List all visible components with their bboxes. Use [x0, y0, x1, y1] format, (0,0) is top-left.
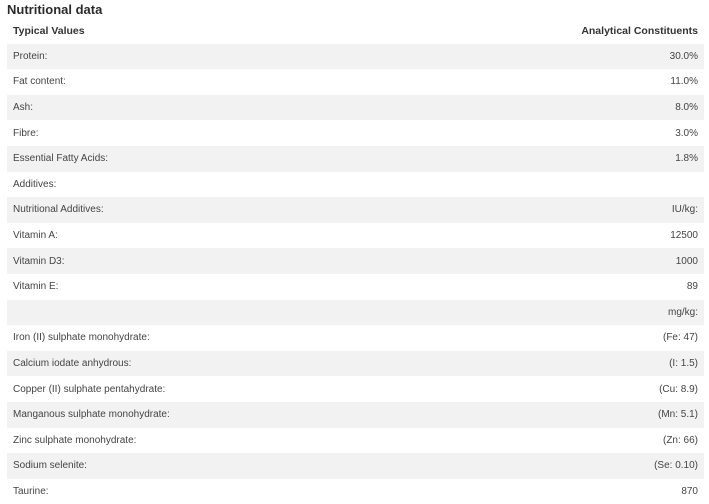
nutrient-name-cell: Manganous sulphate monohydrate:: [13, 409, 170, 421]
nutrient-value-cell: 8.0%: [675, 102, 698, 114]
nutrient-name-cell: Fibre:: [13, 127, 39, 139]
table-row: Iron (II) sulphate monohydrate: (Fe: 47): [7, 325, 704, 351]
table-row: mg/kg:: [7, 299, 704, 326]
nutrient-name-cell: Taurine:: [13, 485, 49, 497]
table-row: Copper (II) sulphate pentahydrate: (Cu: 8…: [7, 376, 704, 402]
nutrient-value-cell: [402, 172, 704, 198]
table-body: Protein: 30.0% Fat content: 11.0% Ash: 8.0% Fi…: [7, 43, 704, 504]
table-row: Zinc sulphate monohydrate: (Zn: 66): [7, 427, 704, 454]
table-row: Vitamin D3: 1000: [7, 248, 704, 274]
nutrient-value-cell: (Cu: 8.9): [659, 383, 698, 395]
nutrient-value-cell: 3.0%: [675, 127, 698, 139]
nutrition-panel: Nutritional data Typical Values Analytic…: [0, 0, 709, 504]
nutrient-value-cell: (Mn: 5.1): [657, 409, 698, 421]
nutrient-value-cell: (I: 1.5): [669, 358, 698, 370]
nutrient-value-cell: IU/kg:: [671, 204, 698, 216]
nutrient-name-cell: Additives:: [13, 178, 57, 190]
table-row: Manganous sulphate monohydrate: (Mn: 5.1): [7, 401, 704, 428]
table-row: Essential Fatty Acids: 1.8%: [7, 145, 704, 172]
nutrient-name-cell: Copper (II) sulphate pentahydrate:: [13, 383, 166, 395]
nutrition-table: Typical Values Analytical Constituents P…: [7, 18, 704, 504]
nutrient-value-cell: 12500: [670, 230, 698, 242]
nutrient-name-cell: Sodium selenite:: [13, 460, 87, 472]
nutrient-name-cell: Fat content:: [13, 76, 66, 88]
table-header-row: Typical Values Analytical Constituents: [7, 18, 704, 44]
nutrient-name-cell: Zinc sulphate monohydrate:: [13, 434, 137, 446]
nutrient-value-cell: (Zn: 66): [662, 434, 698, 446]
table-row: Taurine: 870: [7, 478, 704, 504]
column-header-analytical-constituents: Analytical Constituents: [581, 24, 698, 37]
nutrient-value-cell: 870: [681, 485, 698, 497]
nutrient-value-cell: 89: [686, 281, 698, 293]
nutrient-name-cell: Vitamin E:: [13, 281, 59, 293]
table-row: Nutritional Additives: IU/kg:: [7, 197, 704, 223]
table-row: Protein: 30.0%: [7, 43, 704, 70]
nutrient-name-cell: Vitamin D3:: [13, 255, 65, 267]
nutrient-name-cell: Calcium iodate anhydrous:: [13, 358, 132, 370]
table-row: Fat content: 11.0%: [7, 69, 704, 95]
nutrient-value-cell: 1.8%: [675, 153, 698, 165]
nutrient-name-cell: Essential Fatty Acids:: [13, 153, 109, 165]
nutrient-value-cell: mg/kg:: [667, 306, 698, 318]
section-title: Nutritional data: [7, 2, 103, 17]
nutrient-value-cell: (Fe: 47): [662, 332, 698, 344]
table-row: Vitamin E: 89: [7, 273, 704, 300]
nutrient-value-cell: 30.0%: [669, 50, 698, 62]
table-row: Calcium iodate anhydrous: (I: 1.5): [7, 350, 704, 377]
nutrient-value-cell: 11.0%: [670, 76, 698, 88]
table-row: Additives:: [7, 171, 704, 198]
table-row: Fibre: 3.0%: [7, 120, 704, 146]
nutrient-value-cell: (Se: 0.10): [654, 460, 698, 472]
nutrient-name-cell: Iron (II) sulphate monohydrate:: [13, 332, 150, 344]
nutrient-name-cell: Protein:: [13, 50, 48, 62]
table-row: Sodium selenite: (Se: 0.10): [7, 453, 704, 479]
nutrient-name-cell: Ash:: [13, 102, 34, 114]
nutrient-name-cell: Nutritional Additives:: [13, 204, 104, 216]
table-row: Ash: 8.0%: [7, 94, 704, 121]
nutrient-name-cell: Vitamin A:: [13, 230, 58, 242]
nutrient-value-cell: 1000: [675, 255, 698, 267]
table-row: Vitamin A: 12500: [7, 222, 704, 249]
column-header-typical-values: Typical Values: [13, 24, 85, 37]
nutrient-name-cell: [7, 300, 402, 326]
